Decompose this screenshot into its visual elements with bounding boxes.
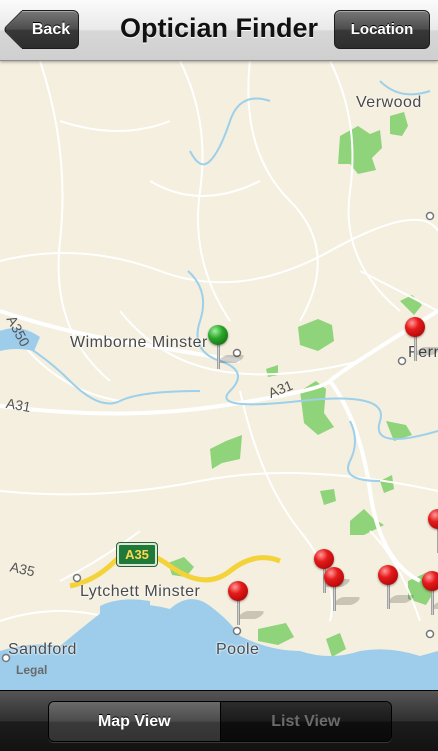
pin-needle	[431, 589, 434, 615]
pin-head	[422, 571, 438, 591]
a35-road-shield: A35	[117, 543, 157, 566]
list-view-segment[interactable]: List View	[220, 702, 391, 741]
navigation-bar: Back Optician Finder Location	[0, 0, 438, 61]
place-label-verwood: Verwood	[356, 94, 422, 111]
current-location-pin[interactable]	[208, 325, 246, 375]
pin-needle	[217, 343, 220, 369]
pin-needle	[333, 585, 336, 611]
optician-pin[interactable]	[228, 581, 266, 631]
optician-pin[interactable]	[378, 565, 416, 615]
location-button[interactable]: Location	[334, 10, 430, 49]
optician-pin[interactable]	[422, 571, 438, 621]
place-label-poole: Poole	[216, 641, 260, 658]
pin-head	[208, 325, 228, 345]
optician-pin[interactable]	[428, 509, 438, 559]
map-view-segment[interactable]: Map View	[49, 702, 221, 741]
pin-head	[228, 581, 248, 601]
pin-needle	[237, 599, 240, 625]
back-button-label: Back	[31, 21, 71, 38]
pin-needle	[387, 583, 390, 609]
map-view[interactable]: Verwood Wimborne Minster Fern Lytchett M…	[0, 61, 438, 690]
place-label-lytchett: Lytchett Minster	[80, 583, 201, 600]
optician-pin[interactable]	[324, 567, 362, 617]
bottom-toolbar: Map View List View	[0, 690, 438, 751]
pin-head	[314, 549, 334, 569]
place-label-sandford: Sandford	[8, 641, 77, 658]
map-base	[0, 61, 438, 690]
pin-head	[405, 317, 425, 337]
optician-pin[interactable]	[405, 317, 438, 367]
place-label-wimborne: Wimborne Minster	[70, 334, 208, 351]
pin-head	[428, 509, 438, 529]
view-mode-segmented-control: Map View List View	[48, 701, 392, 742]
pin-needle	[414, 335, 417, 361]
pin-head	[324, 567, 344, 587]
harbour-inlet	[100, 599, 150, 624]
pin-head	[378, 565, 398, 585]
legal-link[interactable]: Legal	[16, 663, 47, 677]
